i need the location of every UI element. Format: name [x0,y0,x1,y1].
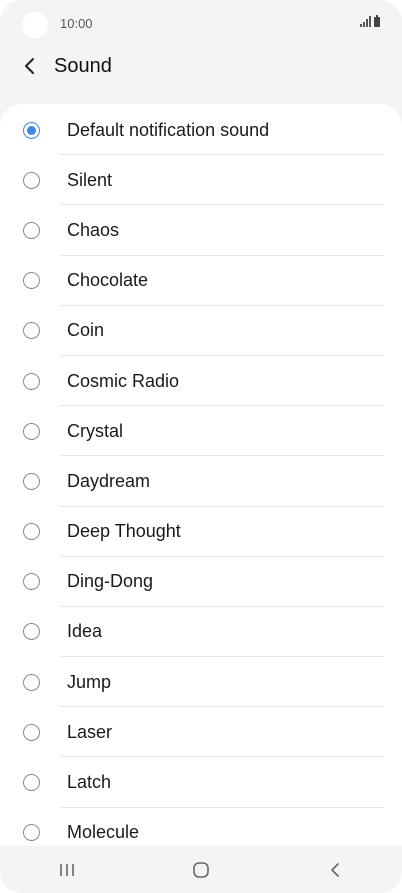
list-item-label: Silent [67,169,113,190]
list-item-label: Latch [67,772,112,793]
radio-unchecked-icon[interactable] [23,723,40,741]
page-title: Sound [54,54,112,77]
list-item[interactable]: Silent [0,155,402,206]
camera-dot [22,12,48,38]
radio-checked-icon[interactable] [23,121,40,139]
battery-icon [374,15,380,27]
radio-unchecked-icon[interactable] [23,472,40,490]
list-item-label: Idea [67,621,103,642]
radio-unchecked-icon[interactable] [23,523,40,541]
radio-unchecked-icon[interactable] [23,774,40,792]
radio-unchecked-icon[interactable] [23,422,40,440]
phone-screen: 10:00 Sound Default notification sound Si… [0,0,402,893]
list-item-label: Deep Thought [67,521,181,542]
list-item-label: Daydream [67,470,151,491]
radio-unchecked-icon[interactable] [23,221,40,239]
radio-unchecked-icon[interactable] [23,272,40,290]
radio-unchecked-icon[interactable] [23,573,40,591]
list-item[interactable]: Deep Thought [0,507,402,557]
list-item[interactable]: Latch [0,757,402,808]
radio-unchecked-icon[interactable] [23,824,40,842]
list-item[interactable]: Cosmic Radio [0,356,402,407]
chevron-left-icon [25,58,34,74]
status-time: 10:00 [60,16,93,31]
list-item-label: Jump [67,671,112,692]
list-item-label: Cosmic Radio [67,370,180,391]
list-item[interactable]: Idea [0,607,402,658]
list-item-label: Molecule [67,822,140,843]
back-icon [331,862,339,877]
home-icon [193,861,209,878]
list-item[interactable]: Daydream [0,456,402,507]
list-item[interactable]: Crystal [0,406,402,457]
radio-unchecked-icon[interactable] [23,673,40,691]
signal-icon [360,16,371,27]
list-item[interactable]: Chaos [0,205,402,256]
list-item-label: Default notification sound [67,119,270,140]
list-item[interactable]: Ding-Dong [0,557,402,607]
sound-list: Default notification sound Silent Chaos Cho… [0,104,402,846]
back-button[interactable] [10,46,50,86]
list-item-label: Crystal [67,420,124,441]
list-item[interactable]: Coin [0,306,402,356]
list-item-label: Laser [67,721,113,742]
navigation-bar [0,846,402,893]
list-item[interactable]: Default notification sound [0,105,402,156]
list-item-label: Chaos [67,219,120,240]
app-header: Sound [0,46,402,86]
list-item[interactable]: Molecule [0,808,402,846]
radio-unchecked-icon[interactable] [23,171,40,189]
home-button[interactable] [171,850,231,890]
list-item[interactable]: Jump [0,657,402,708]
list-item-label: Ding-Dong [67,571,154,592]
status-bar: 10:00 [0,0,402,48]
list-item-label: Coin [67,320,105,341]
nav-back-button[interactable] [305,850,365,890]
radio-unchecked-icon[interactable] [23,623,40,641]
list-item[interactable]: Chocolate [0,256,402,306]
status-icons [360,15,380,27]
radio-unchecked-icon[interactable] [23,372,40,390]
list-item-label: Chocolate [67,270,149,291]
list-item[interactable]: Laser [0,707,402,758]
radio-unchecked-icon[interactable] [23,322,40,340]
recent-apps-icon [60,863,74,876]
sound-list-card: Default notification sound Silent Chaos Cho… [0,104,402,846]
recent-apps-button[interactable] [37,850,97,890]
